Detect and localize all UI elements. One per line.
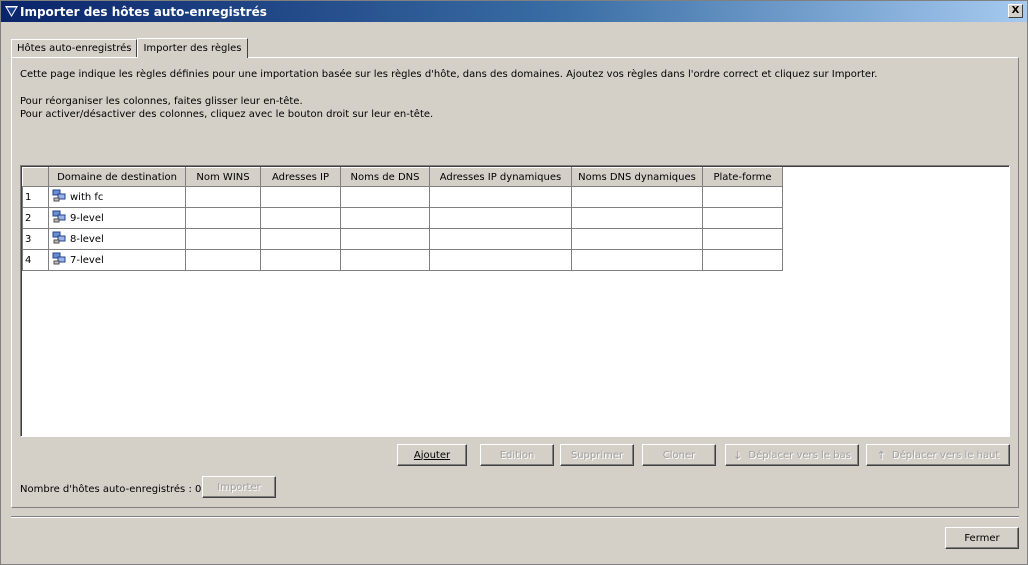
close-icon: X: [1011, 5, 1020, 16]
column-header-platform[interactable]: Plate-forme: [702, 167, 783, 187]
arrow-down-icon: ↓: [733, 448, 743, 462]
dns-names-cell[interactable]: [340, 249, 430, 271]
title-bar[interactable]: Importer des hôtes auto-enregistrés X: [1, 1, 1027, 22]
row-number: 3: [22, 228, 49, 250]
edit-button-label: Edition: [499, 449, 535, 461]
column-header-destination-domain[interactable]: Domaine de destination: [48, 167, 186, 187]
network-domain-icon: [52, 210, 66, 226]
wins-name-cell[interactable]: [185, 186, 261, 208]
dns-names-cell[interactable]: [340, 207, 430, 229]
arrow-up-icon: ↑: [876, 448, 886, 462]
table-row[interactable]: 4 7-level: [22, 249, 783, 271]
add-button[interactable]: Ajouter: [397, 444, 467, 466]
dynamic-ip-addresses-cell[interactable]: [429, 207, 572, 229]
platform-cell[interactable]: [702, 249, 783, 271]
destination-domain-cell[interactable]: 9-level: [48, 207, 186, 229]
domain-name: 9-level: [70, 212, 104, 224]
column-header-ip-addresses[interactable]: Adresses IP: [260, 167, 341, 187]
clone-button-label: Cloner: [662, 449, 696, 461]
platform-cell[interactable]: [702, 207, 783, 229]
dynamic-dns-names-cell[interactable]: [571, 228, 703, 250]
move-up-button[interactable]: ↑ Déplacer vers le haut: [866, 444, 1010, 466]
ip-addresses-cell[interactable]: [260, 207, 341, 229]
import-button[interactable]: Importer: [202, 476, 276, 498]
ip-addresses-cell[interactable]: [260, 249, 341, 271]
dynamic-ip-addresses-cell[interactable]: [429, 228, 572, 250]
toggle-columns-hint: Pour activer/désactiver des colonnes, cl…: [20, 109, 434, 120]
table-row[interactable]: 3 8-level: [22, 228, 783, 250]
tab-bar: Hôtes auto-enregistrés Importer des règl…: [11, 37, 248, 58]
row-number: 2: [22, 207, 49, 229]
column-header-dynamic-dns-names[interactable]: Noms DNS dynamiques: [571, 167, 703, 187]
dynamic-ip-addresses-cell[interactable]: [429, 186, 572, 208]
wins-name-cell[interactable]: [185, 228, 261, 250]
move-down-button[interactable]: ↓ Déplacer vers le bas: [725, 444, 859, 466]
window-title: Importer des hôtes auto-enregistrés: [20, 4, 267, 19]
dns-names-cell[interactable]: [340, 186, 430, 208]
rules-table[interactable]: Domaine de destination Nom WINS Adresses…: [20, 165, 1010, 437]
platform-cell[interactable]: [702, 228, 783, 250]
move-up-button-label: Déplacer vers le haut: [891, 449, 1000, 461]
close-button[interactable]: Fermer: [945, 527, 1019, 549]
column-header-row-number[interactable]: [22, 167, 49, 187]
domain-name: 7-level: [70, 254, 104, 266]
column-header-dns-names[interactable]: Noms de DNS: [340, 167, 430, 187]
dynamic-dns-names-cell[interactable]: [571, 249, 703, 271]
wins-name-cell[interactable]: [185, 249, 261, 271]
tab-panel: Cette page indique les règles définies p…: [11, 57, 1019, 508]
close-button-label: Fermer: [964, 532, 1000, 544]
edit-button[interactable]: Edition: [480, 444, 554, 466]
import-dialog: Importer des hôtes auto-enregistrés X Hô…: [0, 0, 1028, 565]
ip-addresses-cell[interactable]: [260, 186, 341, 208]
column-header-dynamic-ip-addresses[interactable]: Adresses IP dynamiques: [429, 167, 572, 187]
app-logo-icon: [4, 5, 18, 19]
domain-name: with fc: [70, 191, 104, 203]
add-button-label: Ajouter: [413, 449, 451, 461]
column-header-wins-name[interactable]: Nom WINS: [185, 167, 261, 187]
destination-domain-cell[interactable]: 8-level: [48, 228, 186, 250]
row-number: 4: [22, 249, 49, 271]
import-button-label: Importer: [217, 481, 261, 493]
self-registered-host-count: Nombre d'hôtes auto-enregistrés : 0: [20, 484, 202, 495]
table-row[interactable]: 1 with fc: [22, 186, 783, 208]
table-header-row: Domaine de destination Nom WINS Adresses…: [22, 167, 783, 187]
reorder-hint: Pour réorganiser les colonnes, faites gl…: [20, 96, 303, 107]
table-row[interactable]: 2 9-level: [22, 207, 783, 229]
dns-names-cell[interactable]: [340, 228, 430, 250]
destination-domain-cell[interactable]: with fc: [48, 186, 186, 208]
platform-cell[interactable]: [702, 186, 783, 208]
network-domain-icon: [52, 252, 66, 268]
clone-button[interactable]: Cloner: [642, 444, 716, 466]
delete-button-label: Supprimer: [570, 449, 624, 461]
tab-import-rules[interactable]: Importer des règles: [137, 38, 248, 58]
description-text: Cette page indique les règles définies p…: [20, 69, 878, 80]
wins-name-cell[interactable]: [185, 207, 261, 229]
destination-domain-cell[interactable]: 7-level: [48, 249, 186, 271]
delete-button[interactable]: Supprimer: [560, 444, 634, 466]
network-domain-icon: [52, 231, 66, 247]
domain-name: 8-level: [70, 233, 104, 245]
row-number: 1: [22, 186, 49, 208]
footer-divider: [11, 516, 1019, 518]
network-domain-icon: [52, 189, 66, 205]
dynamic-dns-names-cell[interactable]: [571, 186, 703, 208]
dynamic-ip-addresses-cell[interactable]: [429, 249, 572, 271]
close-window-button[interactable]: X: [1008, 4, 1023, 18]
ip-addresses-cell[interactable]: [260, 228, 341, 250]
tab-self-registered-hosts[interactable]: Hôtes auto-enregistrés: [11, 39, 138, 57]
dynamic-dns-names-cell[interactable]: [571, 207, 703, 229]
move-down-button-label: Déplacer vers le bas: [748, 449, 851, 461]
